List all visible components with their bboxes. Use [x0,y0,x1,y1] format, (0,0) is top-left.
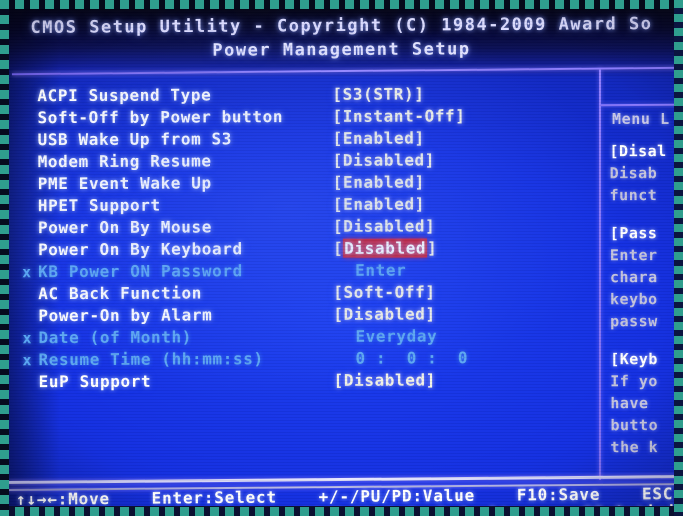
help-text-line: keybo [609,290,658,309]
disabled-marker-icon: x [22,263,32,282]
setting-label: Soft-Off by Power button [37,107,284,128]
help-text-line: butto [610,416,659,435]
setting-label: KB Power ON Password [38,261,243,282]
setting-value[interactable]: [Disabled] [333,215,435,237]
bios-setup-screen: CMOS Setup Utility - Copyright (C) 1984-… [0,0,683,516]
page-title: Power Management Setup [212,39,471,61]
help-text-line: passw [610,312,658,331]
setting-label: EuP Support [38,371,152,392]
menu-level-label: Menu L [612,110,670,128]
setting-label: Power-On by Alarm [38,305,213,326]
setting-row[interactable]: Power On By Mouse [Disabled] [0,215,599,240]
help-text-line: [Pass [609,224,658,243]
setting-label: PME Event Wake Up [37,173,212,194]
setting-value[interactable]: [Disabled] [334,369,436,391]
setting-row[interactable]: Soft-Off by Power button [Instant-Off] [0,105,599,130]
help-text-line: funct [609,186,658,205]
setting-label: USB Wake Up from S3 [37,129,233,150]
setting-label: Modem Ring Resume [37,151,212,172]
help-text-line: Disab [609,164,658,183]
setting-value[interactable]: [Disabled] [333,303,435,325]
setting-row[interactable]: x KB Power ON Password Enter [0,259,599,284]
help-spacer [610,206,683,222]
setting-row[interactable]: Modem Ring Resume [Disabled] [0,149,599,174]
setting-row[interactable]: HPET Support [Enabled] [0,193,599,218]
help-text-line: have [610,394,649,413]
setting-value[interactable]: [Instant-Off] [332,105,465,128]
help-text-line: [Disal [609,142,667,161]
setting-value[interactable]: [Enabled] [333,193,425,215]
setting-value-selected[interactable]: [Disabled] [333,237,437,259]
setting-row[interactable]: Power On By Keyboard [Disabled] [0,237,599,262]
setting-value[interactable]: Everyday [355,325,437,347]
setting-label: Power On By Mouse [37,217,212,238]
setting-value[interactable]: [Disabled] [333,149,435,171]
help-text-line: If yo [610,372,658,391]
setting-row[interactable]: AC Back Function [Soft-Off] [0,281,599,306]
help-text-line: [Keyb [610,350,658,369]
setting-value[interactable]: [Enabled] [333,127,425,149]
setting-label: Resume Time (hh:mm:ss) [38,349,264,370]
setting-label: Date (of Month) [38,327,192,348]
setting-row[interactable]: Power-On by Alarm [Disabled] [0,303,599,328]
setting-row[interactable]: EuP Support [Disabled] [1,369,600,394]
help-panel: [Disal Disab funct [Pass Enter chara keybo pass… [609,140,683,458]
setting-value[interactable]: [Soft-Off] [333,281,435,303]
setting-row[interactable]: USB Wake Up from S3 [Enabled] [0,127,599,152]
setting-label: ACPI Suspend Type [37,85,212,106]
setting-value[interactable]: [Enabled] [333,171,425,193]
setting-label: AC Back Function [38,283,203,304]
window-title: CMOS Setup Utility - Copyright (C) 1984-… [30,14,653,38]
help-text-line: the k [610,438,659,457]
disabled-marker-icon: x [22,351,32,370]
setting-value[interactable]: Enter [355,260,406,282]
help-text-line: chara [609,268,658,287]
setting-value[interactable]: [S3(STR)] [332,83,424,105]
selection-highlight: Disabled [343,238,428,258]
setting-value[interactable]: 0 : 0 : 0 [355,347,468,369]
setting-row[interactable]: x Date (of Month) Everyday [0,325,599,350]
setting-row[interactable]: PME Event Wake Up [Enabled] [0,171,599,196]
settings-list: ACPI Suspend Type [S3(STR)] Soft-Off by Po… [0,83,600,394]
setting-label: HPET Support [37,195,161,216]
help-spacer [610,332,683,348]
disabled-marker-icon: x [22,329,32,348]
setting-row[interactable]: x Resume Time (hh:mm:ss) 0 : 0 : 0 [0,347,599,372]
setting-row[interactable]: ACPI Suspend Type [S3(STR)] [0,83,598,108]
help-text-line: Enter [609,246,658,265]
setting-label: Power On By Keyboard [38,239,243,260]
